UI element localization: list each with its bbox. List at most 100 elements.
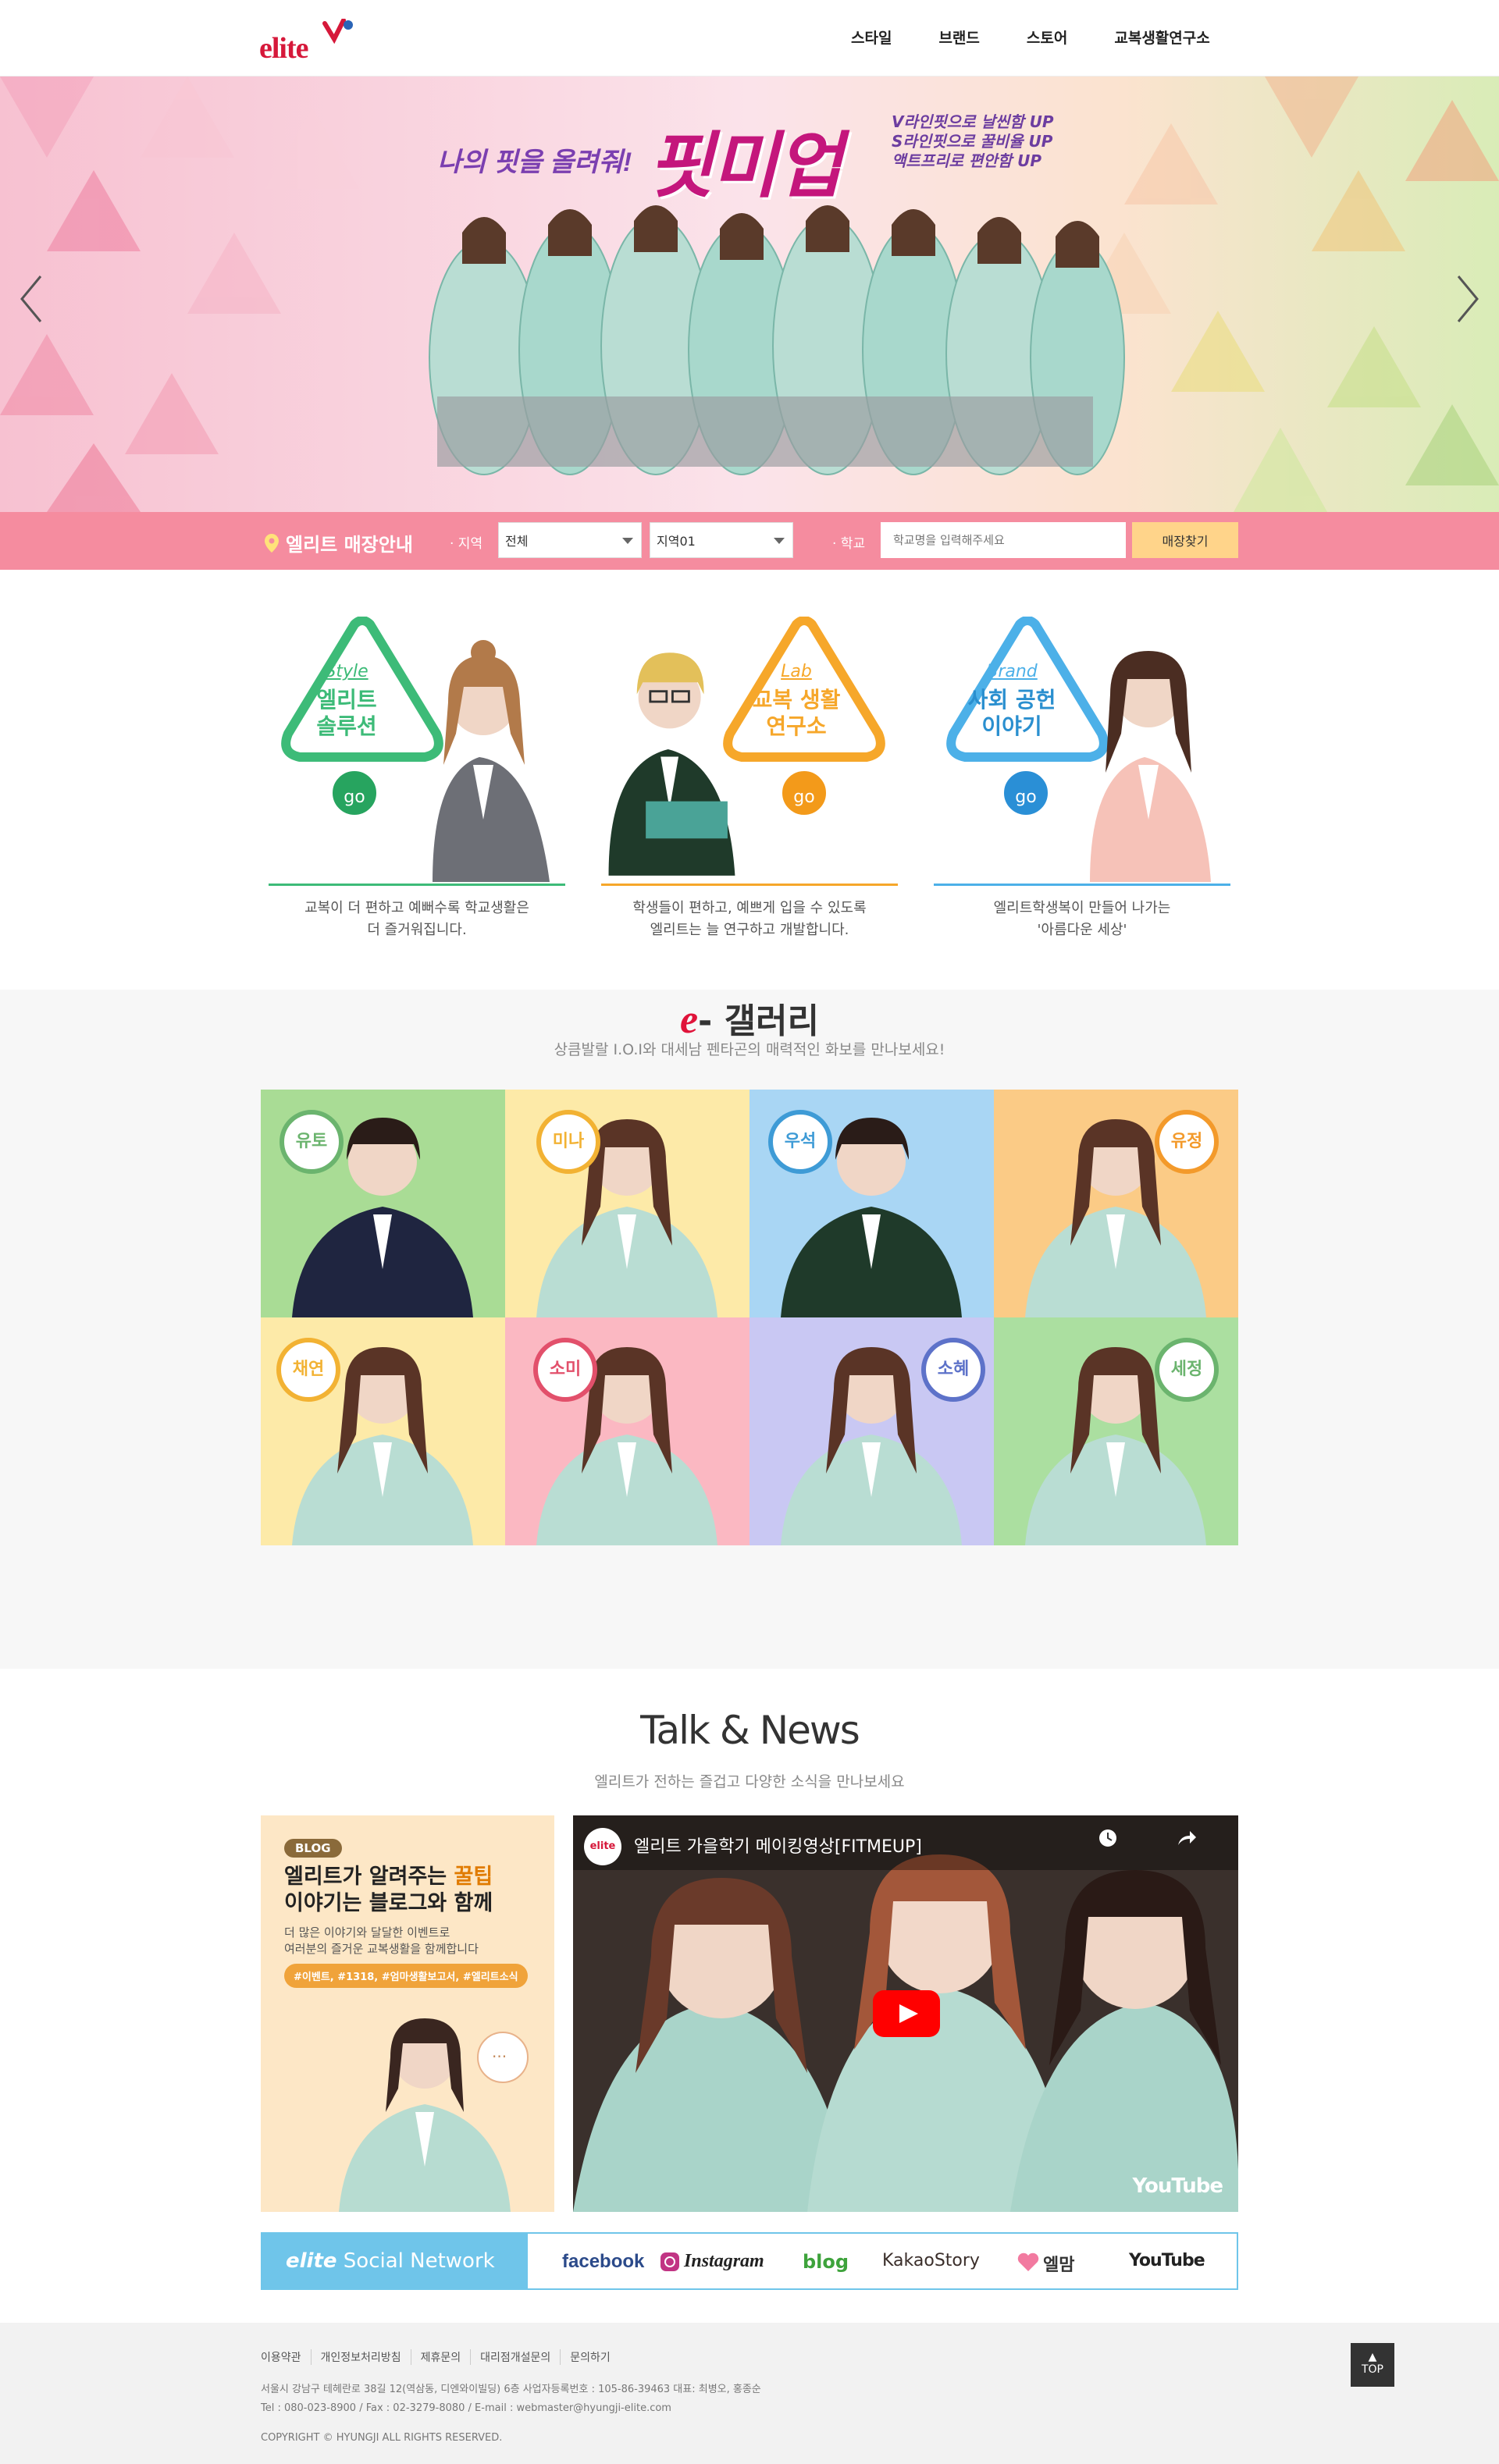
footer-links: 이용약관 개인정보처리방침 제휴문의 대리점개설문의 문의하기	[261, 2349, 629, 2365]
member-name-badge: 소혜	[921, 1338, 985, 1402]
play-button-icon[interactable]	[873, 1990, 940, 2037]
top-label: TOP	[1361, 2363, 1383, 2376]
scroll-top-button[interactable]: ▲ TOP	[1351, 2343, 1394, 2387]
social-logo-text: elite	[286, 2249, 337, 2273]
social-label-text: Social Network	[336, 2249, 495, 2273]
gallery-tile[interactable]: 소혜	[750, 1317, 994, 1545]
site-header: elite 스타일 브랜드 스토어 교복생활연구소	[0, 0, 1499, 76]
blog-hashtags: #이벤트, #1318, #엄마생활보고서, #엘리트소식	[284, 1964, 528, 1988]
area-select-value: 지역01	[657, 534, 696, 549]
region-select-value: 전체	[505, 534, 529, 549]
facebook-link[interactable]: facebook	[562, 2251, 644, 2273]
footer-link-terms[interactable]: 이용약관	[261, 2349, 312, 2365]
blog-link[interactable]: blog	[803, 2251, 849, 2273]
logo-mark-icon	[322, 19, 353, 44]
nav-brand[interactable]: 브랜드	[938, 27, 979, 48]
footer-link-dealer[interactable]: 대리점개설문의	[480, 2349, 561, 2365]
footer-link-contact[interactable]: 문의하기	[570, 2349, 620, 2365]
card-style[interactable]: Style 엘리트 솔루션 go 교복이 더 편하고 예뻐수록 학교생활은 더 …	[269, 617, 565, 944]
gallery-title-e: e	[679, 997, 699, 1042]
hero-title: 핏미업	[647, 126, 842, 206]
youtube-watermark[interactable]: YouTube	[1133, 2174, 1223, 2198]
member-name-badge: 유토	[280, 1110, 344, 1174]
instagram-link[interactable]: Instagram	[684, 2251, 764, 2272]
go-button[interactable]: go	[999, 766, 1052, 820]
elmam-heart-icon	[1017, 2252, 1039, 2271]
card-desc-line: '아름다운 세상'	[1037, 922, 1127, 938]
card-divider	[934, 884, 1230, 886]
channel-avatar[interactable]: elite	[584, 1828, 621, 1865]
blog-banner[interactable]: BLOG 엘리트가 알려주는 꿀팁 이야기는 블로그와 함께 더 많은 이야기와…	[261, 1815, 554, 2212]
next-arrow-icon[interactable]	[1452, 272, 1483, 326]
model-photo	[608, 652, 735, 876]
caret-down-icon	[622, 538, 633, 544]
hero-side-line: 액트프리로 편안함 UP	[892, 151, 1042, 170]
gallery-tile[interactable]: 채연	[261, 1317, 505, 1545]
gallery-tile[interactable]: 미나	[505, 1090, 750, 1317]
blog-model-photo: ···	[339, 2018, 529, 2212]
model-photo	[433, 640, 550, 882]
gallery-tile[interactable]: 소미	[505, 1317, 750, 1545]
card-description: 엘리트학생복이 만들어 나가는 '아름다운 세상'	[934, 898, 1230, 941]
card-brand[interactable]: Brand 사회 공헌 이야기 go 엘리트학생복이 만들어 나가는 '아름다운…	[934, 617, 1230, 944]
member-name-badge: 우석	[768, 1110, 832, 1174]
school-search-input[interactable]	[881, 522, 1126, 558]
social-network-bar: elite Social Network facebook Instagram …	[261, 2232, 1238, 2290]
card-desc-line: 더 즐거워집니다.	[367, 922, 467, 938]
blog-desc-line: 더 많은 이야기와 달달한 이벤트로	[284, 1925, 450, 1940]
prev-arrow-icon[interactable]	[16, 272, 47, 326]
blog-headline: 엘리트가 알려주는 꿀팁 이야기는 블로그와 함께	[284, 1864, 493, 1917]
gallery-tile[interactable]: 세정	[994, 1317, 1238, 1545]
blog-headline-line: 이야기는 블로그와 함께	[284, 1891, 493, 1915]
company-info: 서울시 강남구 테헤란로 38길 12(역삼동, 디엔와이빌딩) 6층 사업자등…	[261, 2380, 761, 2418]
card-desc-line: 교복이 더 편하고 예뻐수록 학교생활은	[304, 900, 529, 916]
footer-link-privacy[interactable]: 개인정보처리방침	[321, 2349, 411, 2365]
nav-store[interactable]: 스토어	[1027, 27, 1067, 48]
card-desc-line: 엘리트는 늘 연구하고 개발합니다.	[650, 922, 849, 938]
talk-news-title: Talk & News	[640, 1708, 860, 1753]
hero-subtitle: 나의 핏을 올려줘!	[437, 148, 632, 177]
hero-banner: 나의 핏을 올려줘! 핏미업 V라인핏으로 날씬함 UP S라인핏으로 꿀비율 …	[0, 76, 1499, 512]
footer-link-partnership[interactable]: 제휴문의	[421, 2349, 472, 2365]
company-address: 서울시 강남구 테헤란로 38길 12(역삼동, 디엔와이빌딩) 6층 사업자등…	[261, 2384, 761, 2395]
store-finder: 엘리트 매장안내 · 지역 전체 지역01 · 학교 매장찾기	[0, 512, 1499, 570]
area-select[interactable]: 지역01	[650, 522, 793, 558]
school-label: · 학교	[832, 536, 866, 552]
hero-side-line: S라인핏으로 꿀비율 UP	[892, 132, 1053, 151]
go-button[interactable]: go	[778, 766, 831, 820]
company-contact: Tel : 080-023-8900 / Fax : 02-3279-8080 …	[261, 2402, 671, 2414]
member-name-badge: 채연	[276, 1338, 340, 1402]
blog-headline-highlight: 꿀팁	[454, 1865, 493, 1889]
youtube-video-player[interactable]: elite 엘리트 가을학기 메이킹영상[FITMEUP] YouTube	[573, 1815, 1238, 2212]
gallery-tile[interactable]: 우석	[750, 1090, 994, 1317]
share-icon[interactable]	[1174, 1826, 1198, 1850]
blog-tag: BLOG	[284, 1839, 342, 1858]
find-store-button[interactable]: 매장찾기	[1132, 522, 1238, 558]
main-nav: 스타일 브랜드 스토어 교복생활연구소	[851, 27, 1257, 48]
caret-up-icon: ▲	[1368, 2351, 1377, 2363]
logo-text: elite	[259, 32, 309, 65]
gallery-title-text: - 갤러리	[698, 1001, 820, 1041]
gallery-subtitle: 상큼발랄 I.O.I와 대세남 펜타곤의 매력적인 화보를 만나보세요!	[554, 1041, 945, 1058]
hero-side-line: V라인핏으로 날씬함 UP	[892, 112, 1054, 131]
go-button[interactable]: go	[328, 766, 381, 820]
video-title[interactable]: 엘리트 가을학기 메이킹영상[FITMEUP]	[634, 1833, 922, 1858]
hero-side-copy: V라인핏으로 날씬함 UP S라인핏으로 꿀비율 UP 액트프리로 편안함 UP	[892, 112, 1054, 171]
card-desc-line: 학생들이 편하고, 예쁘게 입을 수 있도록	[632, 900, 867, 916]
watch-later-icon[interactable]	[1096, 1826, 1120, 1850]
nav-lab[interactable]: 교복생활연구소	[1114, 27, 1209, 48]
nav-style[interactable]: 스타일	[851, 27, 892, 48]
map-pin-icon	[265, 533, 279, 553]
gallery-tile[interactable]: 유정	[994, 1090, 1238, 1317]
card-divider	[601, 884, 898, 886]
elmam-link[interactable]: 엘맘	[1043, 2251, 1074, 2276]
blog-headline-part: 엘리트가 알려주는	[284, 1865, 454, 1889]
card-lab[interactable]: Lab 교복 생활 연구소 go 학생들이 편하고, 예쁘게 입을 수 있도록 …	[601, 617, 898, 944]
kakaostory-link[interactable]: KakaoStory	[882, 2251, 980, 2270]
region-select[interactable]: 전체	[498, 522, 642, 558]
hero-headline: 나의 핏을 올려줘! 핏미업	[437, 108, 842, 212]
youtube-link[interactable]: YouTube	[1129, 2251, 1205, 2270]
gallery-title: e- 갤러리	[0, 993, 1499, 1043]
gallery-tile[interactable]: 유토	[261, 1090, 505, 1317]
elite-logo[interactable]: elite	[259, 16, 369, 65]
